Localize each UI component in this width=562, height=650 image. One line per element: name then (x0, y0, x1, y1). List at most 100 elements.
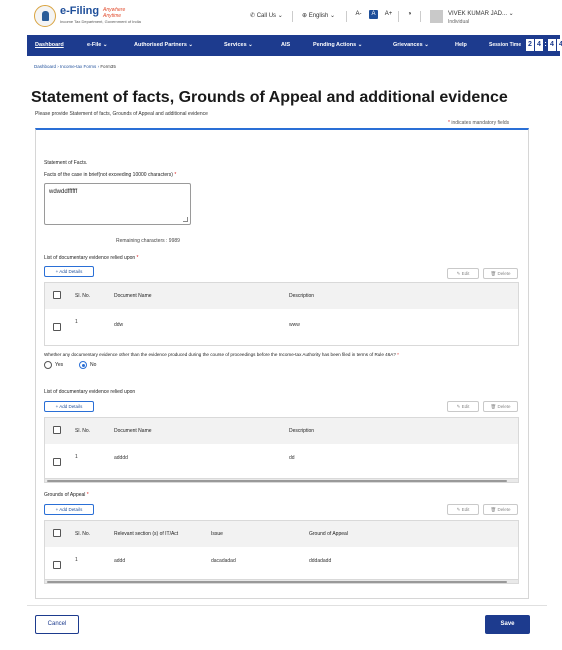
chevron-down-icon: ⌄ (101, 42, 108, 48)
cell-issue: dacadadad (211, 558, 236, 564)
chevron-down-icon: ⌄ (246, 42, 253, 48)
horizontal-scrollbar[interactable] (45, 478, 518, 482)
horizontal-scrollbar[interactable] (45, 579, 518, 583)
chevron-down-icon: ⌄ (356, 42, 363, 48)
language-select[interactable]: ⊕ English ⌄ (302, 12, 335, 19)
row-checkbox[interactable] (53, 323, 61, 331)
edit-button[interactable]: ✎ Edit (447, 401, 479, 412)
table-header: Sl. No. Document Name Description (45, 418, 518, 444)
grounds-of-appeal-title: Grounds of Appeal * (44, 492, 89, 498)
edit-button[interactable]: ✎ Edit (447, 504, 479, 515)
divider (27, 605, 547, 606)
edit-button[interactable]: ✎ Edit (447, 268, 479, 279)
column-header: Sl. No. (75, 531, 91, 537)
page-subtitle: Please provide Statement of facts, Groun… (35, 111, 208, 117)
doc-evidence-table: Sl. No. Document Name Description 1 ddw … (44, 282, 519, 346)
radio-no[interactable] (79, 361, 87, 369)
facts-textarea-value: wdwddffffff (49, 189, 78, 195)
cell-sl-no: 1 (75, 454, 78, 460)
cell-description: dd (289, 455, 295, 461)
column-header: Sl. No. (75, 428, 91, 434)
table-header: Sl. No. Document Name Description (45, 283, 518, 309)
column-header: Document Name (114, 428, 152, 434)
logo-subtitle: Income Tax Department, Government of Ind… (60, 19, 141, 24)
cell-sl-no: 1 (75, 557, 78, 563)
cell-description: www (289, 322, 300, 328)
session-timer-digit: 4 (557, 39, 562, 51)
user-role: Individual (448, 19, 470, 25)
cell-ground-of-appeal: dddadadd (309, 558, 332, 564)
breadcrumb: Dashboard › Income-tax Forms › Form35 (34, 64, 116, 69)
nav-help[interactable]: Help (455, 42, 467, 48)
table-header: Sl. No. Relevant section (s) of IT/Act I… (45, 521, 518, 547)
row-checkbox[interactable] (53, 561, 61, 569)
session-time-label: Session Time (489, 42, 522, 48)
add-details-button[interactable]: + Add Details (44, 504, 94, 515)
radio-yes[interactable] (44, 361, 52, 369)
cell-relevant-section: addd (114, 558, 126, 564)
user-name[interactable]: VIVEK KUMAR JAD... ⌄ (448, 10, 514, 17)
breadcrumb-income-tax-forms[interactable]: Income-tax Forms (60, 64, 96, 69)
radio-yes-label[interactable]: Yes (55, 362, 63, 368)
rule-46a-question: Whether any documentary evidence other t… (44, 352, 399, 357)
statement-of-facts-heading: Statement of Facts. (44, 160, 88, 166)
column-header: Issue (211, 531, 223, 537)
logo-tagline: Anywhere Anytime (103, 7, 126, 19)
radio-no-label[interactable]: No (90, 362, 96, 368)
cell-document-name: ddw (114, 322, 124, 328)
nav-services[interactable]: Services ⌄ (224, 42, 253, 48)
nav-pending-actions[interactable]: Pending Actions ⌄ (313, 42, 362, 48)
select-all-checkbox[interactable] (53, 529, 61, 537)
column-header: Sl. No. (75, 293, 91, 299)
contrast-icon[interactable]: ◑ (405, 10, 414, 19)
delete-button[interactable]: 🗑 Delete (483, 268, 518, 279)
facts-field-label: Facts of the case in brief(not exceeding… (44, 172, 177, 178)
nav-dashboard[interactable]: Dashboard (35, 42, 64, 48)
delete-button[interactable]: 🗑 Delete (483, 401, 518, 412)
delete-button[interactable]: 🗑 Delete (483, 504, 518, 515)
facts-textarea[interactable]: wdwddffffff (44, 183, 191, 225)
globe-icon: ⊕ (302, 13, 309, 19)
efiling-logo[interactable]: e-Filing Anywhere Anytime Income Tax Dep… (34, 5, 144, 29)
session-timer-digit: 2 (526, 39, 534, 51)
divider (420, 11, 421, 22)
add-details-button[interactable]: + Add Details (44, 401, 94, 412)
nav-authorised-partners[interactable]: Authorised Partners ⌄ (134, 42, 193, 48)
scrollbar-thumb[interactable] (47, 581, 507, 583)
session-timer-digit: 4 (535, 39, 543, 51)
chevron-down-icon: ⌄ (276, 13, 283, 19)
select-all-checkbox[interactable] (53, 291, 61, 299)
add-details-button[interactable]: + Add Details (44, 266, 94, 277)
doc-evidence-title: List of documentary evidence relied upon… (44, 255, 139, 261)
font-normal-button[interactable]: A (369, 10, 378, 19)
select-all-checkbox[interactable] (53, 426, 61, 434)
save-button[interactable]: Save (485, 615, 530, 634)
additional-evidence-title: List of documentary evidence relied upon (44, 389, 136, 395)
divider (346, 11, 347, 22)
breadcrumb-dashboard[interactable]: Dashboard (34, 64, 56, 69)
top-header: e-Filing Anywhere Anytime Income Tax Dep… (0, 0, 562, 33)
page-title: Statement of facts, Grounds of Appeal an… (31, 89, 508, 106)
row-checkbox[interactable] (53, 458, 61, 466)
main-nav: Dashboard e-File ⌄ Authorised Partners ⌄… (27, 35, 562, 56)
chevron-down-icon: ⌄ (186, 42, 194, 48)
scrollbar-thumb[interactable] (47, 480, 507, 482)
chevron-down-icon: ⌄ (422, 42, 429, 48)
nav-ais[interactable]: AIS (281, 42, 290, 48)
divider (292, 11, 293, 22)
logo-title: e-Filing (60, 5, 100, 17)
column-header: Document Name (114, 293, 152, 299)
call-us-menu[interactable]: ✆ Call Us ⌄ (250, 12, 283, 19)
remaining-characters: Remaining characters : 9989 (116, 238, 180, 244)
nav-efile[interactable]: e-File ⌄ (87, 42, 108, 48)
resize-handle-icon[interactable] (183, 217, 188, 222)
font-decrease-button[interactable]: A- (354, 10, 363, 19)
cell-document-name: adddd (114, 455, 128, 461)
nav-grievances[interactable]: Grievances ⌄ (393, 42, 429, 48)
column-header: Description (289, 293, 315, 299)
cancel-button[interactable]: Cancel (35, 615, 79, 634)
session-timer-digit: 4 (548, 39, 556, 51)
column-header: Ground of Appeal (309, 531, 348, 537)
font-increase-button[interactable]: A+ (384, 10, 393, 19)
avatar[interactable] (430, 10, 443, 23)
